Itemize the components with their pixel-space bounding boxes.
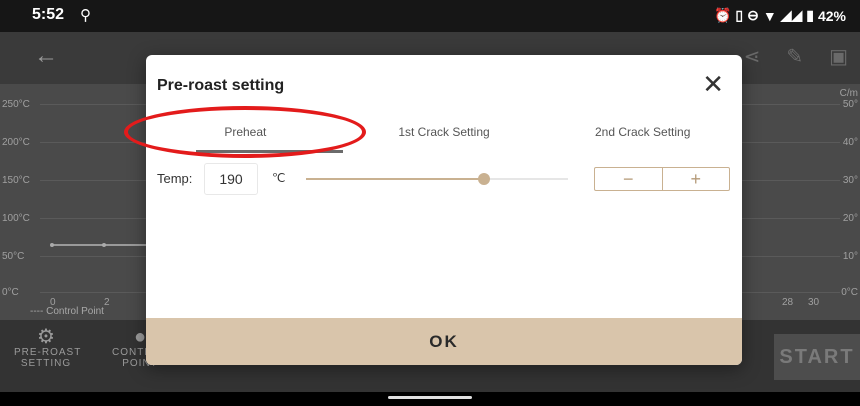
increment-button[interactable]: + [663,168,730,190]
x-tick: 2 [104,297,110,308]
y-tick: 150°C [2,175,30,186]
x-tick: 28 [782,297,794,308]
control-point [102,243,106,247]
y-tick: 0°C [2,287,19,298]
start-button[interactable]: START [774,334,860,380]
tab-preheat[interactable]: Preheat [146,111,345,153]
temp-label: Temp: [157,171,193,186]
status-time: 5:52 [32,6,65,23]
ok-button[interactable]: OK [146,318,742,365]
preroast-dialog: Pre-roast setting ✕ Preheat 1st Crack Se… [146,55,742,365]
notification-icon: ⚲ [80,7,91,24]
tab-bar: Preheat 1st Crack Setting 2nd Crack Sett… [146,111,742,153]
battery-icon: ▮ [806,7,814,23]
appbar-actions: ⋖ ✎ ▣ [744,44,848,69]
back-arrow-icon[interactable]: ← [34,42,58,70]
y-tick: 100°C [2,213,30,224]
share-icon[interactable]: ⋖ [744,44,761,69]
preroast-setting-label: PRE-ROAST SETTING [14,347,82,369]
temp-input[interactable]: 190 [204,163,258,195]
slider-fill [306,178,485,180]
x-tick: 30 [808,297,820,308]
temp-stepper: − + [594,167,730,191]
y-tick-right: 20° [842,213,858,224]
dnd-icon: ⊖ [747,7,759,23]
edit-icon[interactable]: ✎ [786,44,803,69]
tab-1st-crack[interactable]: 1st Crack Setting [345,111,544,153]
preroast-setting-button[interactable]: ⚙ PRE-ROAST SETTING [14,326,82,369]
slider-thumb[interactable] [478,173,491,185]
y-tick: 50°C [2,251,25,262]
temp-unit: ℃ [272,171,286,185]
y-tick-right: 50° [842,99,858,110]
chart-legend: ---- Control Point [30,306,104,317]
vibrate-icon: ▯ [735,7,744,23]
status-bar: 5:52 ⚲ ⏰ ▯ ⊖ ▼ ◢◢ ▮ 42% [0,0,860,32]
battery-percent: 42% [817,7,846,24]
wifi-icon: ▼ [762,7,777,24]
decrement-button[interactable]: − [595,168,663,190]
close-icon[interactable]: ✕ [702,71,724,97]
y-tick: 250°C [2,99,30,110]
y-tick: 200°C [2,137,30,148]
navigation-bar [0,392,860,406]
tab-2nd-crack[interactable]: 2nd Crack Setting [543,111,742,153]
y-tick-right: 10° [842,251,858,262]
y-tick-right: 30° [842,175,858,186]
signal-icon: ◢◢ [780,7,803,23]
gear-icon: ⚙ [37,326,55,348]
y-tick-right: C/m [839,88,858,99]
home-handle[interactable] [388,396,472,399]
control-point-line [52,244,148,246]
alarm-icon: ⏰ [713,7,732,23]
temp-slider[interactable] [306,173,568,185]
y-tick-right: 40° [842,137,858,148]
control-point [50,243,54,247]
y-tick-right: 0°C [841,287,858,298]
dialog-title: Pre-roast setting [157,77,285,94]
status-icons: ⏰ ▯ ⊖ ▼ ◢◢ ▮ 42% [714,7,846,24]
save-icon[interactable]: ▣ [829,44,848,69]
